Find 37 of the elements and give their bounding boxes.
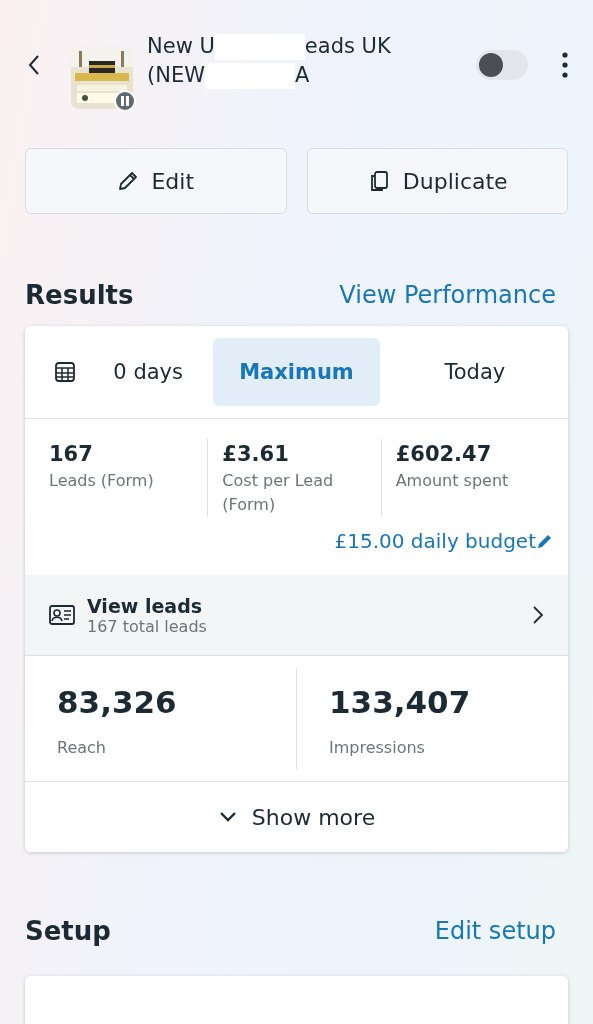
chevron-down-icon xyxy=(217,810,238,824)
campaign-title: A xyxy=(294,62,310,89)
calendar-icon xyxy=(53,360,78,384)
campaign-title: New U xyxy=(147,33,215,60)
toggle-switch[interactable] xyxy=(476,50,528,80)
chevron-right-icon xyxy=(532,605,544,625)
view-performance-link[interactable]: View Performance xyxy=(339,281,556,309)
duplicate-button[interactable]: Duplicate xyxy=(306,148,568,214)
metric-label: Amount spent xyxy=(395,470,510,492)
date-tab[interactable]: Maximum xyxy=(213,338,380,406)
stat-label: Reach xyxy=(57,738,107,757)
section-title: Setup xyxy=(25,916,111,946)
metric-value: £602.47 xyxy=(395,441,493,468)
date-tab[interactable]: Today xyxy=(391,338,558,406)
metric-label: Leads (Form) xyxy=(49,470,155,492)
campaign-title: (NEW xyxy=(147,62,205,89)
section-title: Results xyxy=(25,280,134,310)
campaign-title: eads UK xyxy=(304,33,391,60)
metric-label: Cost per Lead (Form) xyxy=(222,470,335,516)
stat-label: Impressions xyxy=(329,738,426,757)
view-leads-row[interactable]: View leads 167 total leads xyxy=(25,575,568,656)
view-leads-title: View leads xyxy=(87,594,204,617)
pencil-icon xyxy=(117,170,140,192)
metric-value: 167 xyxy=(49,441,94,468)
edit-button[interactable]: Edit xyxy=(25,148,287,214)
stat-value: 133,407 xyxy=(329,684,472,720)
contact-card-icon xyxy=(49,605,75,625)
pencil-icon xyxy=(536,532,554,550)
edit-setup-link[interactable]: Edit setup xyxy=(434,917,556,945)
daily-budget-link[interactable]: £15.00 daily budget xyxy=(334,529,554,553)
stat-value: 83,326 xyxy=(57,684,178,720)
metric-value: £3.61 xyxy=(222,441,290,468)
show-more-button[interactable]: Show more xyxy=(25,782,568,852)
back-icon[interactable] xyxy=(27,54,41,76)
date-tab[interactable]: 0 days xyxy=(35,338,202,406)
more-icon[interactable] xyxy=(562,52,568,78)
total-leads-text: 167 total leads xyxy=(87,616,208,636)
